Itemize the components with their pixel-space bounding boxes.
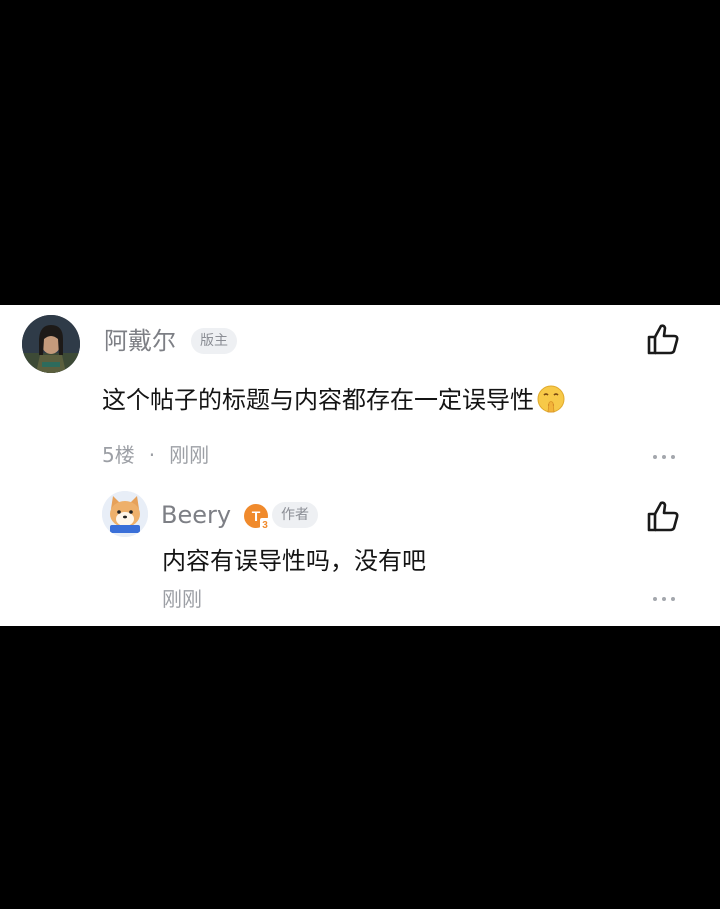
thumbs-up-icon[interactable]	[645, 499, 681, 535]
floor-number: 5楼	[102, 443, 135, 467]
author-badge: 作者	[272, 502, 318, 528]
reply-time: 刚刚	[162, 587, 202, 611]
avatar-warrior-icon	[22, 315, 80, 373]
author-name[interactable]: 阿戴尔	[104, 325, 176, 357]
level-letter: T	[252, 508, 261, 524]
comment-text: 这个帖子的标题与内容都存在一定误导性	[102, 382, 566, 418]
thumbs-up-icon[interactable]	[645, 322, 681, 358]
comment-meta: 5楼 · 刚刚	[102, 441, 209, 469]
avatar-shiba-dog-icon	[102, 491, 148, 537]
more-options-icon[interactable]	[651, 595, 677, 603]
comment-time: 刚刚	[169, 443, 210, 467]
shushing-face-emoji-icon	[537, 385, 565, 413]
comment-body: 这个帖子的标题与内容都存在一定误导性	[102, 386, 534, 414]
reply-avatar[interactable]	[102, 491, 148, 537]
avatar[interactable]	[22, 315, 80, 373]
level-number: 3	[262, 520, 268, 531]
reply-text: 内容有误导性吗，没有吧	[162, 547, 426, 575]
reply-author-name[interactable]: Beery	[161, 499, 231, 531]
level-badge-icon: T 3	[244, 504, 270, 531]
more-options-icon[interactable]	[651, 453, 677, 461]
comment-panel: 阿戴尔 版主 这个帖子的标题与内容都存在一定误导性 5楼 · 刚刚 Beery …	[0, 305, 720, 626]
moderator-badge: 版主	[191, 328, 237, 354]
meta-separator: ·	[148, 443, 156, 467]
